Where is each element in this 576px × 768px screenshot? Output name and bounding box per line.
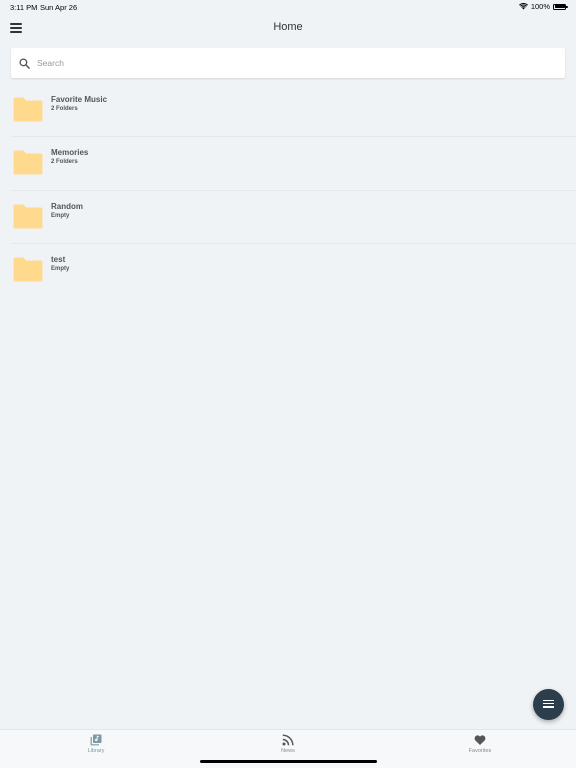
- nav-bar: Home: [0, 14, 576, 44]
- status-date: Sun Apr 26: [40, 3, 78, 12]
- folder-icon: [13, 204, 43, 229]
- folder-name: Memories: [51, 148, 89, 158]
- battery-icon: [553, 3, 568, 10]
- status-bar: 3:11 PM Sun Apr 26 100%: [0, 0, 576, 14]
- tab-label: Library: [87, 748, 105, 754]
- folder-subtitle: 2 Folders: [51, 106, 78, 112]
- list-menu-icon: [543, 700, 554, 710]
- folder-icon: [13, 257, 43, 282]
- folder-name: Random: [51, 201, 83, 211]
- home-indicator[interactable]: [200, 760, 377, 763]
- folder-icon: [13, 97, 43, 122]
- heart-icon: [474, 735, 486, 745]
- folder-subtitle: Empty: [51, 212, 70, 219]
- list-item[interactable]: Random Empty: [0, 191, 576, 245]
- tab-news[interactable]: News: [258, 734, 318, 754]
- floating-action-button[interactable]: [533, 689, 564, 720]
- wifi-icon: [518, 3, 528, 10]
- folder-subtitle: 2 Folders: [51, 159, 78, 166]
- folder-subtitle: Empty: [51, 265, 70, 272]
- list-item[interactable]: test Empty: [0, 244, 576, 297]
- search-input[interactable]: [37, 54, 557, 72]
- tab-label: Favorites: [468, 748, 492, 754]
- status-indicators: 100%: [518, 2, 568, 11]
- tab-label: News: [281, 748, 295, 754]
- tab-library[interactable]: Library: [66, 734, 126, 754]
- list-item[interactable]: Memories 2 Folders: [0, 137, 576, 191]
- folder-icon: [13, 150, 43, 175]
- tab-favorites[interactable]: Favorites: [450, 734, 510, 754]
- status-time: 3:11 PM: [10, 3, 38, 12]
- folder-name: Favorite Music: [51, 95, 108, 104]
- page-title: Home: [273, 21, 303, 33]
- list-item[interactable]: Favorite Music 2 Folders: [0, 84, 576, 138]
- folder-name: test: [51, 254, 66, 264]
- library-icon: [90, 734, 102, 746]
- search-icon: [19, 58, 30, 69]
- rss-feed-icon: [282, 734, 294, 746]
- battery-percent: 100%: [530, 2, 550, 11]
- search-bar[interactable]: [11, 48, 565, 78]
- folder-list: Favorite Music 2 Folders Memories 2 Fold…: [0, 84, 576, 297]
